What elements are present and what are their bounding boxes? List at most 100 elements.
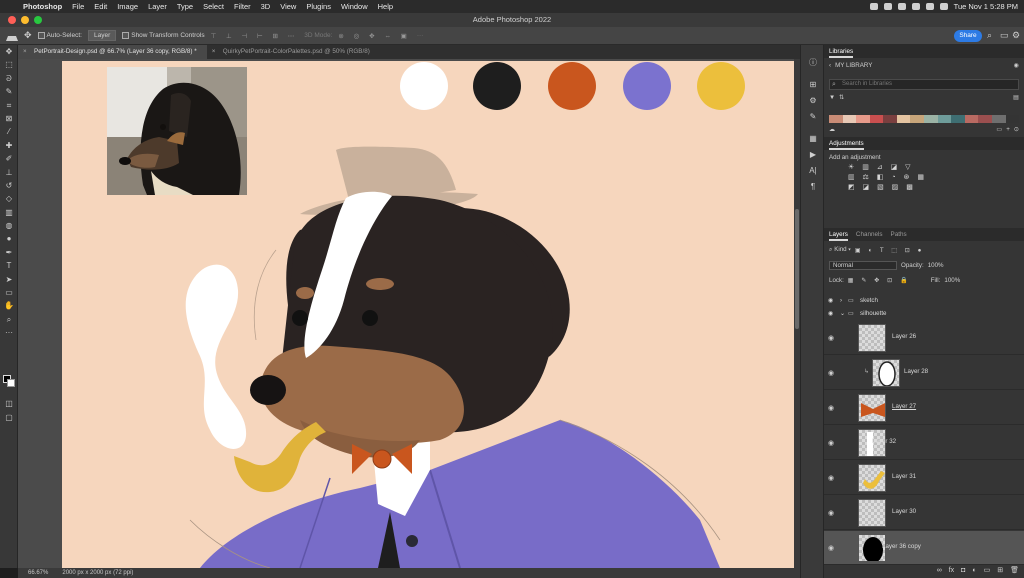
document-info[interactable]: 2000 px x 2000 px (72 ppi) [62, 568, 133, 578]
layer-group-silhouette[interactable]: ◉ ⌄ ▭ silhouette [824, 308, 1024, 320]
layer-row-selected[interactable]: ◉ Layer 36 copy [824, 531, 1024, 565]
libraries-panel-tab[interactable]: Libraries [824, 45, 1024, 58]
menu-clock[interactable]: Tue Nov 1 5:28 PM [954, 2, 1018, 11]
home-icon[interactable] [6, 31, 18, 41]
quick-mask-icon[interactable]: ◫ [0, 397, 18, 410]
library-color-10[interactable] [951, 115, 965, 123]
menu-image[interactable]: Image [112, 2, 143, 11]
control-center-icon[interactable] [939, 3, 948, 10]
tab-petportrait-design[interactable]: × PetPortrait-Design.psd @ 66.7% (Layer … [18, 45, 207, 59]
more-options-icon[interactable]: ··· [417, 32, 424, 39]
library-color-7[interactable] [910, 115, 925, 123]
quick-select-tool-icon[interactable]: ✎ [0, 85, 18, 98]
blend-mode-dropdown[interactable]: Normal [829, 261, 897, 270]
workspace-icon[interactable]: ▭ [1000, 31, 1009, 40]
library-color-8[interactable] [924, 115, 938, 123]
menu-type[interactable]: Type [172, 2, 198, 11]
close-tab-icon[interactable]: × [23, 45, 27, 59]
menu-file[interactable]: File [67, 2, 89, 11]
auto-select-checkbox[interactable]: Auto-Select: [37, 31, 82, 39]
shape-tool-icon[interactable]: ▭ [0, 286, 18, 299]
library-color-2[interactable] [842, 115, 857, 123]
marquee-tool-icon[interactable]: ⬚ [0, 58, 18, 71]
grid-view-icon[interactable]: ▤ [1013, 94, 1019, 101]
eraser-tool-icon[interactable]: ◇ [0, 192, 18, 205]
new-group-icon[interactable]: ▭ [984, 566, 991, 574]
library-color-1[interactable] [829, 115, 843, 123]
canvas-workspace[interactable] [18, 59, 800, 568]
battery-icon[interactable] [911, 3, 920, 10]
history-icon[interactable]: ⊞ [801, 77, 825, 93]
screen-mode-icon[interactable]: ▢ [0, 411, 18, 424]
tab-layers[interactable]: Layers [829, 228, 848, 241]
library-color-5[interactable] [883, 115, 897, 123]
library-color-3[interactable] [856, 115, 870, 123]
hand-tool-icon[interactable]: ✋ [0, 299, 18, 312]
eyedropper-tool-icon[interactable]: ⁄ [0, 125, 18, 138]
actions-icon[interactable]: ▶ [801, 147, 825, 163]
link-layers-icon[interactable]: ∞ [937, 567, 942, 574]
menu-filter[interactable]: Filter [229, 2, 256, 11]
menu-3d[interactable]: 3D [256, 2, 276, 11]
clone-stamp-tool-icon[interactable]: ⊥ [0, 166, 18, 179]
eye-icon[interactable]: ◉ [828, 404, 834, 412]
align-icons[interactable]: ⊤ ⊥ ⊣ ⊢ ⊞ ⋯ [211, 32, 299, 40]
pen-tool-icon[interactable]: ✒ [0, 246, 18, 259]
menu-window[interactable]: Window [336, 2, 373, 11]
library-color-9[interactable] [937, 115, 952, 123]
dodge-tool-icon[interactable]: ● [0, 232, 18, 245]
layer-row[interactable]: ◉ Layer 27 [824, 391, 1024, 425]
zoom-tool-icon[interactable]: ⌕ [0, 313, 18, 326]
library-color-6[interactable] [896, 115, 911, 123]
library-color-13[interactable] [991, 115, 1006, 123]
eye-icon[interactable]: ◉ [828, 544, 834, 552]
move-tool-icon[interactable]: ✥ [24, 30, 32, 41]
show-transform-checkbox[interactable]: Show Transform Controls [122, 31, 205, 39]
delete-layer-icon[interactable]: 🗑 [1010, 566, 1019, 574]
brushes-icon[interactable]: ✎ [801, 109, 825, 125]
kind-filter-dropdown[interactable]: ⌕ Kind ▾ [829, 246, 851, 254]
healing-brush-tool-icon[interactable]: ✚ [0, 139, 18, 152]
adjustment-icons-row-2[interactable]: ▥ ⚖ ◧ ◔ ⊛ ▦ [824, 171, 1024, 181]
chevron-left-icon[interactable]: ‹ [829, 62, 831, 69]
history-brush-tool-icon[interactable]: ↺ [0, 179, 18, 192]
eye-icon[interactable]: ◉ [828, 308, 833, 320]
more-tools-icon[interactable]: ··· [0, 326, 18, 339]
adjustments-panel-tab[interactable]: Adjustments [824, 137, 1024, 150]
swatches-icon[interactable]: ▦ [801, 131, 825, 147]
settings-icon[interactable]: ⚙ [1012, 31, 1021, 40]
library-search-input[interactable]: ⌕ Search in Libraries [829, 79, 1019, 90]
share-button[interactable]: Share [954, 30, 982, 42]
chevron-right-icon[interactable]: › [840, 295, 842, 307]
eye-icon[interactable]: ◉ [828, 369, 834, 377]
zoom-level[interactable]: 66.67% [28, 568, 48, 578]
spotlight-search-icon[interactable] [925, 3, 934, 10]
layer-row[interactable]: ◉ ↳ Layer 28 [824, 356, 1024, 390]
menu-select[interactable]: Select [198, 2, 229, 11]
artboard[interactable] [62, 61, 794, 568]
user-icon[interactable]: ◉ [1014, 62, 1019, 69]
add-icon[interactable]: + [1006, 126, 1010, 133]
library-color-12[interactable] [978, 115, 992, 123]
fill-value[interactable]: 100% [944, 277, 960, 284]
gradient-tool-icon[interactable]: ▥ [0, 206, 18, 219]
add-mask-icon[interactable]: ◘ [961, 567, 965, 574]
dog-illustration[interactable] [62, 61, 794, 568]
menu-view[interactable]: View [275, 2, 301, 11]
menu-help[interactable]: Help [373, 2, 398, 11]
properties-icon[interactable]: ⚙ [801, 93, 825, 109]
search-icon[interactable]: ⌕ [987, 31, 996, 40]
tab-color-palettes[interactable]: × QuirkyPetPortrait-ColorPalettes.psd @ … [207, 45, 380, 59]
eye-icon[interactable]: ◉ [828, 295, 833, 307]
info-icon[interactable]: ⓘ [801, 55, 825, 71]
layer-row[interactable]: ◉ Layer 26 [824, 321, 1024, 355]
layer-row[interactable]: ◉ Layer 31 [824, 461, 1024, 495]
adjustment-icons-row-3[interactable]: ◩ ◪ ▧ ▨ ▩ [824, 181, 1024, 191]
blur-tool-icon[interactable]: ◍ [0, 219, 18, 232]
cloud-icon[interactable]: ☁ [829, 126, 835, 133]
library-color-14[interactable] [1005, 115, 1020, 123]
layer-row[interactable]: ◉ Layer 30 [824, 496, 1024, 530]
crop-tool-icon[interactable]: ⌗ [0, 99, 18, 112]
frame-tool-icon[interactable]: ⊠ [0, 112, 18, 125]
path-select-tool-icon[interactable]: ➤ [0, 273, 18, 286]
